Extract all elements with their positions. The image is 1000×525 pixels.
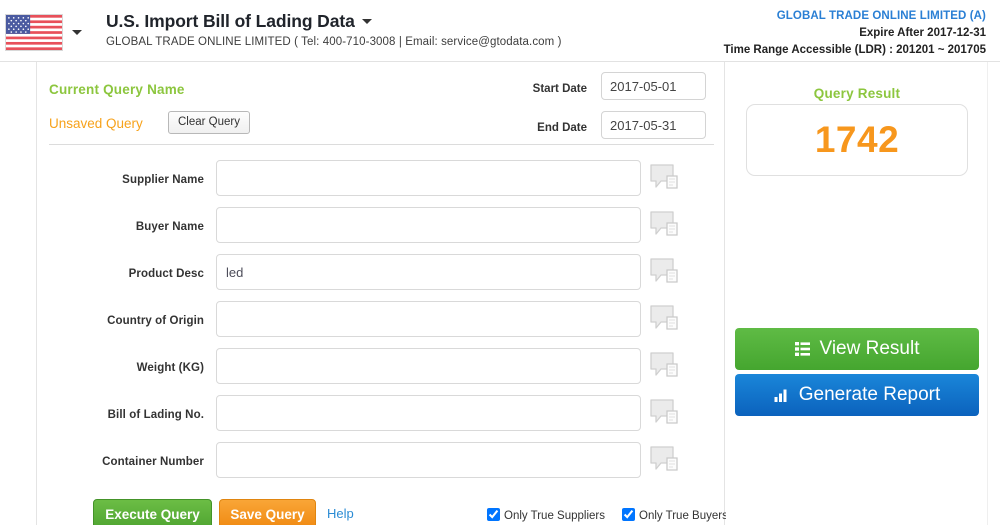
field-row-supplier-name: Supplier Name xyxy=(49,160,714,207)
field-row-container-number: Container Number xyxy=(49,442,714,489)
section-divider xyxy=(49,144,714,145)
query-result-title: Query Result xyxy=(813,86,901,101)
account-expiry: Expire After 2017-12-31 xyxy=(859,27,986,39)
comment-document-icon-weight-kg[interactable] xyxy=(650,351,682,381)
comment-document-icon-container-number[interactable] xyxy=(650,445,682,475)
view-result-label: View Result xyxy=(819,338,920,359)
generate-report-button[interactable]: Generate Report xyxy=(735,374,979,416)
checkbox-label-only-true-suppliers: Only True Suppliers xyxy=(504,509,605,522)
input-product-desc[interactable] xyxy=(216,254,641,290)
result-sidebar: Query Result 1742 View Result Generate R… xyxy=(726,62,988,525)
comment-document-icon-product-desc[interactable] xyxy=(650,257,682,287)
account-time-range: Time Range Accessible (LDR) : 201201 ~ 2… xyxy=(723,44,986,56)
start-date-input[interactable] xyxy=(601,72,706,100)
label-country-of-origin: Country of Origin xyxy=(107,315,204,327)
field-row-country-of-origin: Country of Origin xyxy=(49,301,714,348)
end-date-input[interactable] xyxy=(601,111,706,139)
checkbox-only-true-buyers[interactable]: Only True Buyers xyxy=(622,507,728,522)
search-fields-list: Supplier Name Buyer Name Product Desc Count… xyxy=(49,160,714,489)
checkbox-only-true-suppliers[interactable]: Only True Suppliers xyxy=(487,507,605,522)
end-date-label: End Date xyxy=(537,122,587,134)
unsaved-query-label: Unsaved Query xyxy=(49,116,143,131)
field-row-buyer-name: Buyer Name xyxy=(49,207,714,254)
label-container-number: Container Number xyxy=(102,456,204,468)
view-result-button[interactable]: View Result xyxy=(735,328,979,370)
flag-chevron-down-icon[interactable] xyxy=(72,30,82,35)
label-buyer-name: Buyer Name xyxy=(135,221,204,233)
input-bill-of-lading-no[interactable] xyxy=(216,395,641,431)
query-result-box: 1742 xyxy=(746,104,968,176)
title-block: U.S. Import Bill of Lading Data GLOBAL T… xyxy=(106,10,562,48)
field-row-weight-kg: Weight (KG) xyxy=(49,348,714,395)
bar-chart-icon xyxy=(774,388,789,402)
label-bill-of-lading-no: Bill of Lading No. xyxy=(107,409,204,421)
form-actions-row: Execute Query Save Query Help Only True … xyxy=(49,499,728,525)
comment-document-icon-country-of-origin[interactable] xyxy=(650,304,682,334)
start-date-label: Start Date xyxy=(532,83,587,95)
checkbox-input-only-true-suppliers[interactable] xyxy=(487,507,500,521)
query-result-count: 1742 xyxy=(814,119,900,160)
checkbox-input-only-true-buyers[interactable] xyxy=(622,507,635,521)
query-form-panel: Current Query Name Unsaved Query Clear Q… xyxy=(36,62,728,525)
input-weight-kg[interactable] xyxy=(216,348,641,384)
input-buyer-name[interactable] xyxy=(216,207,641,243)
page-body: Current Query Name Unsaved Query Clear Q… xyxy=(0,62,1000,525)
app-header: U.S. Import Bill of Lading Data GLOBAL T… xyxy=(0,0,1000,62)
input-country-of-origin[interactable] xyxy=(216,301,641,337)
us-flag-svg xyxy=(5,14,63,51)
account-info: GLOBAL TRADE ONLINE LIMITED (A) Expire A… xyxy=(724,9,986,58)
company-contact-line: GLOBAL TRADE ONLINE LIMITED ( Tel: 400-7… xyxy=(106,36,562,48)
page-title: U.S. Import Bill of Lading Data xyxy=(106,11,355,31)
comment-document-icon-supplier-name[interactable] xyxy=(650,163,682,193)
save-query-button[interactable]: Save Query xyxy=(219,499,316,525)
comment-document-icon-bill-of-lading-no[interactable] xyxy=(650,398,682,428)
input-supplier-name[interactable] xyxy=(216,160,641,196)
field-row-bill-of-lading-no: Bill of Lading No. xyxy=(49,395,714,442)
label-supplier-name: Supplier Name xyxy=(122,174,204,186)
help-link[interactable]: Help xyxy=(327,506,354,521)
label-product-desc: Product Desc xyxy=(128,268,204,280)
filter-checkbox-group: Only True Suppliers Only True Buyers xyxy=(487,506,745,524)
label-weight-kg: Weight (KG) xyxy=(136,362,204,374)
checkbox-label-only-true-buyers: Only True Buyers xyxy=(639,509,728,522)
input-container-number[interactable] xyxy=(216,442,641,478)
list-icon xyxy=(794,342,810,356)
comment-document-icon-buyer-name[interactable] xyxy=(650,210,682,240)
account-name: GLOBAL TRADE ONLINE LIMITED (A) xyxy=(776,10,986,22)
clear-query-button[interactable]: Clear Query xyxy=(168,111,250,134)
us-flag-icon[interactable] xyxy=(5,14,63,51)
field-row-product-desc: Product Desc xyxy=(49,254,714,301)
title-chevron-down-icon[interactable] xyxy=(361,19,372,25)
generate-report-label: Generate Report xyxy=(798,384,941,405)
execute-query-button[interactable]: Execute Query xyxy=(93,499,212,525)
